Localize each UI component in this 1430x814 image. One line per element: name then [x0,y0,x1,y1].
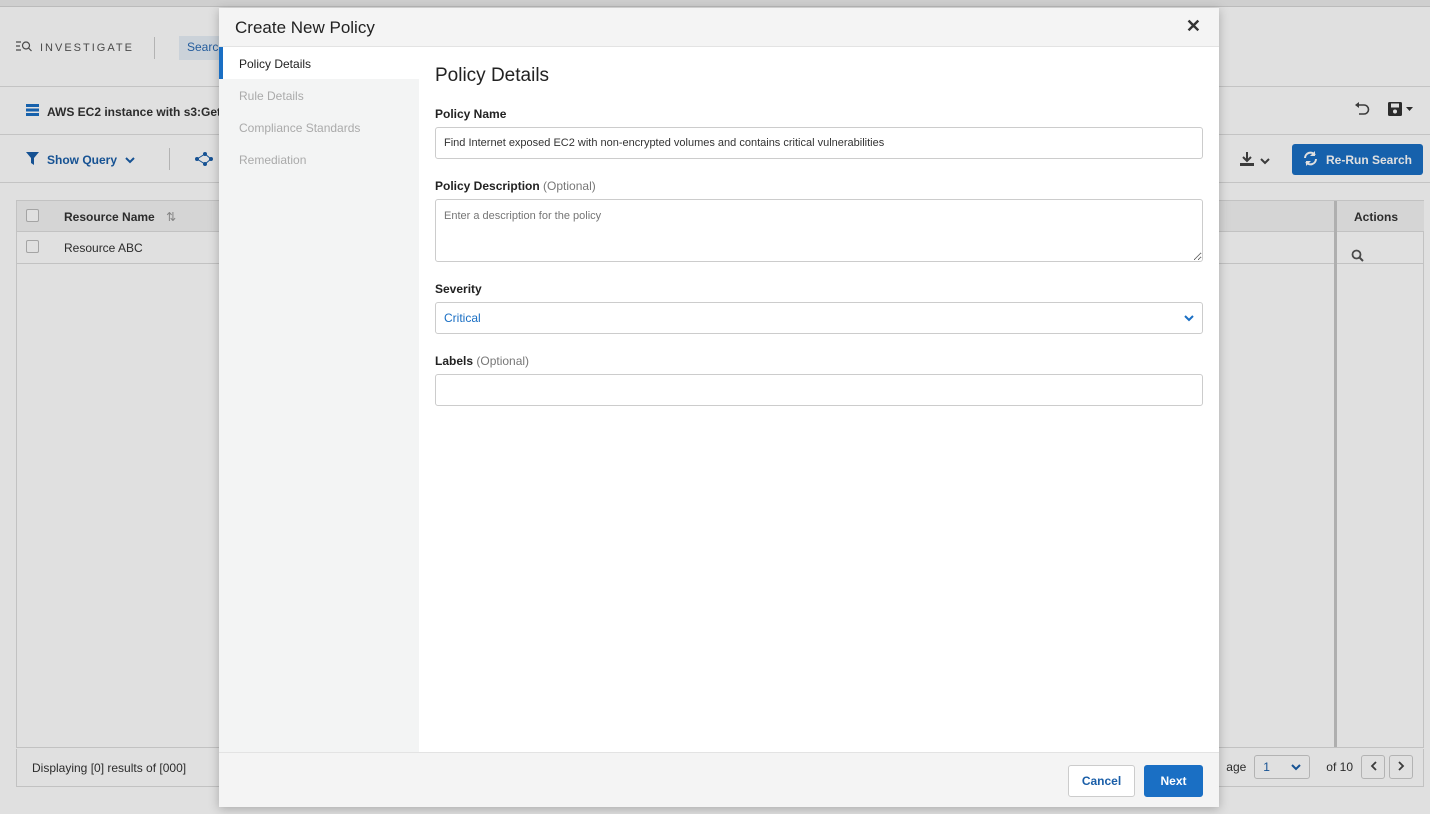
policy-description-input[interactable] [435,199,1203,262]
section-title: Policy Details [435,65,550,86]
modal-title: Create New Policy [235,18,375,37]
severity-select[interactable]: Critical [435,302,1203,334]
severity-value: Critical [444,311,481,325]
policy-name-label: Policy Name [435,107,507,121]
step-rule-details: Rule Details [239,89,304,103]
labels-label: Labels (Optional) [435,354,529,368]
chevron-down-icon [1184,311,1194,325]
policy-name-input[interactable] [435,127,1203,159]
optional-tag: (Optional) [543,179,596,193]
policy-description-label: Policy Description (Optional) [435,179,596,193]
policy-description-label-text: Policy Description [435,179,540,193]
modal-header: Create New Policy ✕ [219,8,1219,47]
wizard-steps: Policy Details Rule Details Compliance S… [219,47,419,752]
labels-label-text: Labels [435,354,474,368]
create-policy-modal: Create New Policy ✕ Policy Details Rule … [219,8,1219,807]
policy-details-form: Policy Details Policy Name Policy Descri… [419,47,1219,752]
cancel-button[interactable]: Cancel [1068,765,1135,797]
close-icon[interactable]: ✕ [1186,17,1201,35]
modal-footer: Cancel Next [219,752,1219,807]
step-remediation: Remediation [239,153,307,167]
next-button[interactable]: Next [1144,765,1203,797]
step-policy-details[interactable]: Policy Details [219,47,419,79]
optional-tag: (Optional) [476,354,530,368]
labels-input[interactable] [435,374,1203,406]
severity-label: Severity [435,282,482,296]
step-compliance-standards: Compliance Standards [239,121,361,135]
